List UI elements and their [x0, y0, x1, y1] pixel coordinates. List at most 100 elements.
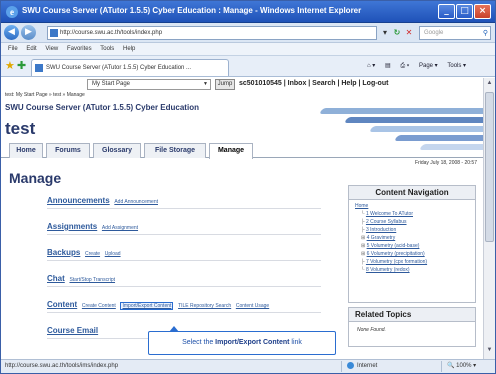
tool-sublink[interactable]: Content Usage — [236, 303, 269, 309]
import-export-content-link[interactable]: Import/Export Content — [120, 302, 174, 310]
nav-item-label[interactable]: 8 Volumetry (redox) — [366, 267, 410, 273]
menu-tools[interactable]: Tools — [100, 46, 114, 52]
forward-icon[interactable]: ▶ — [21, 25, 36, 40]
feeds-icon[interactable]: ▤ — [385, 63, 391, 69]
home-icon[interactable]: ⌂ ▾ — [367, 63, 375, 69]
divider — [47, 208, 321, 209]
tab-manage[interactable]: Manage — [209, 143, 253, 159]
search-input[interactable]: Google ⚲ — [419, 26, 491, 40]
tool-link[interactable]: Backups — [47, 248, 80, 257]
related-none-text: None Found. — [357, 327, 386, 333]
tool-link[interactable]: Assignments — [47, 222, 97, 231]
refresh-icon[interactable]: ↻ — [391, 26, 403, 40]
tool-link[interactable]: Announcements — [47, 196, 110, 205]
nav-item-label[interactable]: 6 Volumetry (precipitation) — [367, 251, 425, 257]
zone-label: Internet — [357, 363, 378, 369]
search-icon[interactable]: ⚲ — [483, 28, 488, 40]
jump-button[interactable]: Jump — [215, 79, 235, 90]
scroll-up-icon[interactable]: ▲ — [485, 80, 494, 90]
menu-help[interactable]: Help — [123, 46, 135, 52]
breadcrumb[interactable]: test: My Start Page » test » Manage — [5, 92, 85, 98]
tool-chat: Chat Start/Stop Transcript — [47, 274, 337, 292]
jump-select[interactable]: My Start Page ▼ — [87, 79, 211, 90]
expand-icon[interactable]: ⊞ — [361, 243, 365, 249]
stop-icon[interactable]: ✕ — [403, 26, 415, 40]
tool-sublink[interactable]: TILE Repository Search — [178, 303, 231, 309]
zoom-control[interactable]: 🔍 100% ▾ — [447, 360, 476, 373]
nav-item[interactable]: ⊞ 5 Volumetry (acid-base) — [361, 243, 419, 249]
tool-link[interactable]: Chat — [47, 274, 65, 283]
security-zone: Internet — [347, 360, 377, 373]
tool-announcements: Announcements Add Announcement — [47, 196, 337, 214]
menu-view[interactable]: View — [45, 46, 58, 52]
tab-glossary[interactable]: Glossary — [93, 143, 141, 158]
nav-item[interactable]: ├ 3 Introduction — [361, 227, 396, 233]
tools-menu[interactable]: Tools ▾ — [447, 63, 466, 69]
tool-sublink[interactable]: Start/Stop Transcript — [69, 277, 115, 283]
tool-sublink[interactable]: Create — [85, 251, 100, 257]
divider — [441, 361, 442, 372]
nav-item-label[interactable]: 3 Introduction — [366, 227, 396, 233]
back-icon[interactable]: ◀ — [4, 25, 19, 40]
menu-file[interactable]: File — [8, 46, 18, 52]
content-navigation-title: Content Navigation — [349, 186, 475, 200]
course-tabs: Home Forums Glossary File Storage Manage — [1, 143, 483, 159]
tab-file-storage[interactable]: File Storage — [144, 143, 206, 158]
browser-window: e SWU Course Server (ATutor 1.5.5) Cyber… — [0, 0, 496, 374]
nav-home-link[interactable]: Home — [355, 203, 368, 209]
nav-item-label[interactable]: 1 Welcome To ATutor — [366, 211, 413, 217]
divider — [47, 234, 321, 235]
favorites-star-icon[interactable]: ★ — [5, 59, 15, 72]
tool-sublink[interactable]: Create Content — [82, 303, 116, 309]
nav-item[interactable]: ⊞ 4 Gravimetry — [361, 235, 395, 241]
tool-content: Content Create Content Import/Export Con… — [47, 300, 337, 318]
close-button[interactable]: × — [474, 4, 491, 19]
menu-bar: File Edit View Favorites Tools Help — [1, 43, 495, 56]
nav-item[interactable]: ├ 7 Volumetry (cpx formation) — [361, 259, 427, 265]
expand-icon[interactable]: ⊞ — [361, 251, 365, 257]
divider — [341, 361, 342, 372]
nav-item-label[interactable]: 2 Course Syllabus — [366, 219, 407, 225]
minimize-button[interactable]: _ — [438, 4, 455, 19]
page-title: Manage — [9, 170, 62, 186]
scroll-thumb[interactable] — [485, 92, 494, 242]
tool-link[interactable]: Content — [47, 300, 77, 309]
browser-tab[interactable]: SWU Course Server (ATutor 1.5.5) Cyber E… — [31, 59, 229, 76]
nav-item-label[interactable]: 5 Volumetry (acid-base) — [367, 243, 420, 249]
tool-sublink[interactable]: Add Assignment — [102, 225, 138, 231]
menu-edit[interactable]: Edit — [26, 46, 36, 52]
add-favorite-icon[interactable]: ✚ — [17, 59, 26, 72]
address-url: http://course.swu.ac.th/tools/index.php — [60, 30, 163, 36]
callout-bold: Import/Export Content — [215, 339, 290, 346]
print-icon[interactable]: ⎙ ▾ — [400, 63, 409, 69]
page-menu[interactable]: Page ▾ — [419, 63, 438, 69]
tab-home[interactable]: Home — [9, 143, 43, 158]
tree-connector: ├ — [361, 227, 365, 233]
vertical-scrollbar[interactable]: ▲ ▼ — [483, 78, 495, 359]
user-links[interactable]: sc501010545 | Inbox | Search | Help | Lo… — [239, 80, 388, 87]
related-topics-box: Related Topics None Found. — [348, 307, 476, 347]
tab-row: ★ ✚ SWU Course Server (ATutor 1.5.5) Cyb… — [1, 56, 495, 77]
nav-item-label[interactable]: 7 Volumetry (cpx formation) — [366, 259, 427, 265]
scroll-down-icon[interactable]: ▼ — [485, 347, 494, 357]
nav-item[interactable]: ⊞ 6 Volumetry (precipitation) — [361, 251, 425, 257]
nav-item[interactable]: └ 8 Volumetry (redox) — [361, 267, 410, 273]
instruction-callout: Select the Import/Export Content link — [148, 326, 336, 355]
maximize-button[interactable]: □ — [456, 4, 473, 19]
divider — [47, 260, 321, 261]
dropdown-icon[interactable]: ▾ — [379, 26, 391, 40]
nav-item[interactable]: └ 1 Welcome To ATutor — [361, 211, 413, 217]
callout-pointer — [169, 326, 179, 332]
menu-favorites[interactable]: Favorites — [67, 46, 92, 52]
nav-item[interactable]: ├ 2 Course Syllabus — [361, 219, 407, 225]
divider — [47, 286, 321, 287]
address-bar[interactable]: http://course.swu.ac.th/tools/index.php — [47, 26, 377, 40]
expand-icon[interactable]: ⊞ — [361, 235, 365, 241]
nav-item-label[interactable]: 4 Gravimetry — [367, 235, 396, 241]
command-bar: ⌂ ▾ ▤ ⎙ ▾ Page ▾ Tools ▾ — [359, 59, 466, 74]
tab-forums[interactable]: Forums — [46, 143, 90, 158]
title-bar: e SWU Course Server (ATutor 1.5.5) Cyber… — [1, 1, 495, 23]
tool-sublink[interactable]: Add Announcement — [114, 199, 158, 205]
tool-link[interactable]: Course Email — [47, 326, 98, 335]
tool-sublink[interactable]: Upload — [105, 251, 121, 257]
